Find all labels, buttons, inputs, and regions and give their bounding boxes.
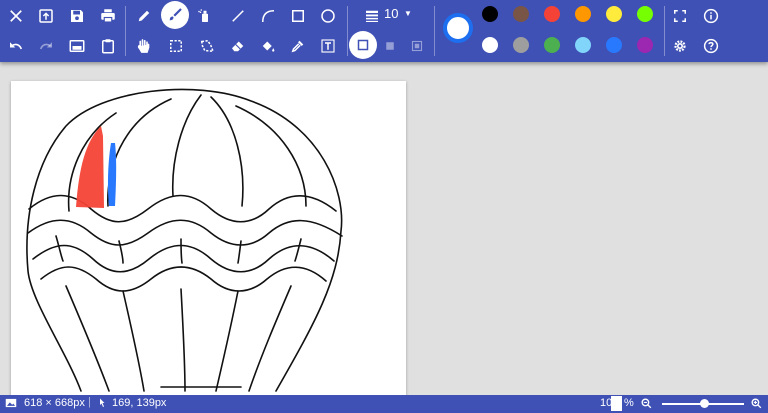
color-swatch[interactable]: [544, 37, 560, 53]
clipboard-icon[interactable]: [96, 34, 120, 58]
select-rect-icon[interactable]: [164, 34, 188, 58]
color-swatch[interactable]: [637, 37, 653, 53]
rectangle-icon[interactable]: [286, 4, 310, 28]
current-color-swatch[interactable]: [443, 13, 473, 43]
color-swatch[interactable]: [482, 6, 498, 22]
zoom-input[interactable]: [611, 396, 622, 411]
close-icon[interactable]: [4, 4, 28, 28]
zoom-out-icon[interactable]: [640, 397, 653, 413]
color-swatch[interactable]: [513, 6, 529, 22]
shape-both-icon[interactable]: [405, 34, 429, 58]
shape-outline-icon[interactable]: [349, 31, 377, 59]
separator: |: [88, 396, 91, 408]
separator: [664, 6, 665, 56]
color-swatch[interactable]: [513, 37, 529, 53]
line-width-icon[interactable]: [360, 4, 384, 28]
cursor-position-icon: [96, 396, 108, 413]
separator: [347, 6, 348, 56]
text-icon[interactable]: [316, 34, 340, 58]
status-bar: 618 × 668px | 169, 139px 10 %: [0, 395, 768, 413]
spray-icon[interactable]: [193, 4, 217, 28]
fullscreen-icon[interactable]: [668, 4, 692, 28]
image-size-value: 618 × 668px: [24, 397, 85, 409]
separator: [434, 6, 435, 56]
chevron-down-icon[interactable]: ▼: [404, 9, 412, 18]
color-swatch[interactable]: [637, 6, 653, 22]
color-swatch[interactable]: [575, 37, 591, 53]
eraser-icon[interactable]: [226, 34, 250, 58]
ellipse-icon[interactable]: [316, 4, 340, 28]
brush-icon[interactable]: [161, 1, 189, 29]
print-icon[interactable]: [96, 4, 120, 28]
select-lasso-icon[interactable]: [195, 34, 219, 58]
image-size-icon: [4, 396, 18, 413]
hot-air-balloon-drawing: [26, 88, 343, 392]
redo-icon[interactable]: [34, 34, 58, 58]
color-swatch[interactable]: [482, 37, 498, 53]
zoom-slider-thumb[interactable]: [700, 399, 709, 408]
line-icon[interactable]: [226, 4, 250, 28]
info-icon[interactable]: [699, 4, 723, 28]
zoom-in-icon[interactable]: [750, 397, 763, 413]
undo-icon[interactable]: [4, 34, 28, 58]
drawing-canvas[interactable]: [11, 81, 406, 396]
curve-icon[interactable]: [256, 4, 280, 28]
settings-icon[interactable]: [668, 34, 692, 58]
cursor-position-value: 169, 139px: [112, 397, 167, 409]
image-icon[interactable]: [65, 34, 89, 58]
zoom-suffix: %: [624, 397, 634, 409]
color-swatch[interactable]: [606, 37, 622, 53]
help-icon[interactable]: [699, 34, 723, 58]
save-icon[interactable]: [65, 4, 89, 28]
separator: [125, 6, 126, 56]
brush-size-value[interactable]: 10: [384, 6, 398, 21]
toolbar: 10 ▼: [0, 0, 768, 62]
color-swatch[interactable]: [606, 6, 622, 22]
upload-icon[interactable]: [34, 4, 58, 28]
eyedropper-icon[interactable]: [286, 34, 310, 58]
color-swatch[interactable]: [575, 6, 591, 22]
fill-icon[interactable]: [256, 34, 280, 58]
hand-icon[interactable]: [132, 34, 156, 58]
color-swatch[interactable]: [544, 6, 560, 22]
pencil-icon[interactable]: [132, 4, 156, 28]
shape-filled-icon[interactable]: [378, 34, 402, 58]
